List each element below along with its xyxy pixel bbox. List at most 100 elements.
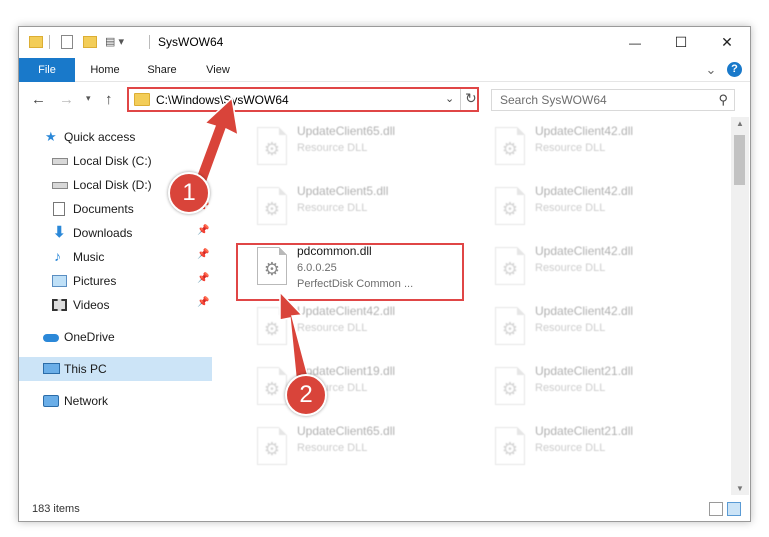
file-type: Resource DLL bbox=[535, 142, 606, 154]
close-button[interactable]: ✕ bbox=[704, 27, 750, 58]
dll-file-icon: ⚙ bbox=[257, 427, 287, 465]
nav-onedrive[interactable]: OneDrive bbox=[19, 325, 212, 349]
file-item[interactable]: ⚙ UpdateClient42.dll Resource DLL bbox=[487, 237, 707, 291]
pin-icon[interactable]: 📌 bbox=[197, 273, 209, 284]
callout-badge-1: 1 bbox=[168, 172, 210, 214]
gear-icon: ⚙ bbox=[501, 379, 519, 399]
forward-arrow-icon[interactable]: → bbox=[59, 91, 74, 108]
network-icon bbox=[43, 395, 59, 407]
recent-locations-icon[interactable]: ▾ bbox=[86, 93, 91, 104]
file-highlight-box bbox=[236, 243, 464, 301]
gear-icon: ⚙ bbox=[263, 379, 281, 399]
maximize-button[interactable]: ☐ bbox=[658, 27, 704, 58]
file-type: Resource DLL bbox=[297, 142, 368, 154]
minimize-button[interactable]: — bbox=[612, 27, 658, 58]
vertical-scrollbar[interactable]: ▲ ▼ bbox=[731, 117, 749, 495]
details-view-icon[interactable] bbox=[709, 502, 723, 516]
star-icon: ★ bbox=[45, 129, 57, 144]
file-item[interactable]: ⚙ UpdateClient65.dll Resource DLL bbox=[249, 117, 469, 171]
address-bar[interactable]: C:\Windows\SysWOW64 ⌄ ↻ bbox=[127, 87, 479, 112]
tab-share[interactable]: Share bbox=[137, 58, 187, 82]
file-name: UpdateClient42.dll bbox=[535, 124, 634, 138]
nav-label: Pictures bbox=[73, 274, 117, 288]
file-type: Resource DLL bbox=[297, 202, 368, 214]
chevron-down-icon[interactable]: ⌄ bbox=[445, 92, 454, 105]
nav-this-pc[interactable]: This PC bbox=[19, 357, 212, 381]
file-item[interactable]: ⚙ UpdateClient42.dll Resource DLL bbox=[487, 117, 707, 171]
file-name: UpdateClient65.dll bbox=[297, 424, 396, 438]
nav-music[interactable]: ♪ Music 📌 bbox=[19, 245, 212, 269]
computer-icon bbox=[43, 363, 60, 374]
folder-icon bbox=[134, 93, 150, 106]
pin-icon[interactable]: 📌 bbox=[197, 249, 209, 260]
scroll-down-icon[interactable]: ▼ bbox=[736, 484, 744, 493]
nav-label: This PC bbox=[64, 362, 107, 376]
nav-label: Music bbox=[73, 250, 105, 264]
up-arrow-icon[interactable]: ↑ bbox=[105, 91, 113, 108]
tab-home[interactable]: Home bbox=[81, 58, 129, 82]
search-icon[interactable]: ⚲ bbox=[718, 92, 728, 108]
file-view: ⚙ UpdateClient65.dll Resource DLL ⚙ Upda… bbox=[231, 117, 731, 495]
divider bbox=[49, 35, 50, 49]
dll-file-icon: ⚙ bbox=[257, 127, 287, 165]
nav-local-disk-c[interactable]: Local Disk (C:) bbox=[19, 149, 212, 173]
file-item[interactable]: ⚙ UpdateClient42.dll Resource DLL bbox=[487, 177, 707, 231]
file-type: Resource DLL bbox=[297, 442, 368, 454]
divider bbox=[460, 89, 461, 110]
pin-icon[interactable]: 📌 bbox=[197, 225, 209, 236]
search-placeholder: Search SysWOW64 bbox=[500, 93, 607, 107]
nav-quick-access[interactable]: ★ Quick access bbox=[19, 125, 212, 149]
properties-icon[interactable] bbox=[61, 35, 73, 49]
tab-file[interactable]: File bbox=[19, 58, 75, 82]
nav-label: Documents bbox=[73, 202, 134, 216]
gear-icon: ⚙ bbox=[263, 319, 281, 339]
divider bbox=[149, 35, 150, 49]
nav-label: Local Disk (D:) bbox=[73, 178, 152, 192]
file-item[interactable]: ⚙ UpdateClient21.dll Resource DLL bbox=[487, 357, 707, 411]
gear-icon: ⚙ bbox=[501, 139, 519, 159]
refresh-icon[interactable]: ↻ bbox=[465, 90, 477, 107]
nav-pictures[interactable]: Pictures 📌 bbox=[19, 269, 212, 293]
file-item[interactable]: ⚙ UpdateClient5.dll Resource DLL bbox=[249, 177, 469, 231]
scroll-up-icon[interactable]: ▲ bbox=[736, 119, 744, 128]
nav-network[interactable]: Network bbox=[19, 389, 212, 413]
address-path[interactable]: C:\Windows\SysWOW64 bbox=[156, 93, 289, 107]
ribbon-expand-icon[interactable]: ⌄ bbox=[703, 58, 719, 82]
music-icon: ♪ bbox=[54, 248, 61, 264]
help-icon[interactable]: ? bbox=[727, 62, 742, 77]
file-type: Resource DLL bbox=[535, 262, 606, 274]
file-type: Resource DLL bbox=[535, 202, 606, 214]
status-bar: 183 items bbox=[19, 497, 750, 521]
customize-qat-icon[interactable]: ▤ ▾ bbox=[105, 35, 124, 53]
nav-downloads[interactable]: ⬇ Downloads 📌 bbox=[19, 221, 212, 245]
nav-label: Quick access bbox=[64, 130, 136, 144]
file-item[interactable]: ⚙ UpdateClient65.dll Resource DLL bbox=[249, 417, 469, 471]
window-title: SysWOW64 bbox=[158, 35, 224, 49]
file-item[interactable]: ⚙ UpdateClient42.dll Resource DLL bbox=[487, 297, 707, 351]
callout-badge-2: 2 bbox=[285, 374, 327, 416]
new-folder-icon[interactable] bbox=[83, 36, 97, 48]
nav-videos[interactable]: Videos 📌 bbox=[19, 293, 212, 317]
gear-icon: ⚙ bbox=[263, 439, 281, 459]
file-name: UpdateClient42.dll bbox=[535, 304, 634, 318]
file-item[interactable]: ⚙ UpdateClient19.dll Resource DLL bbox=[249, 357, 469, 411]
file-name: UpdateClient5.dll bbox=[297, 184, 389, 198]
folder-icon bbox=[29, 36, 43, 48]
search-input[interactable]: Search SysWOW64 ⚲ bbox=[491, 89, 735, 111]
pin-icon[interactable]: 📌 bbox=[197, 297, 209, 308]
dll-file-icon: ⚙ bbox=[495, 307, 525, 345]
title-bar: ▤ ▾ SysWOW64 — ☐ ✕ bbox=[19, 27, 750, 58]
file-type: Resource DLL bbox=[297, 322, 368, 334]
scroll-thumb[interactable] bbox=[734, 135, 745, 185]
file-item[interactable]: ⚙ UpdateClient21.dll Resource DLL bbox=[487, 417, 707, 471]
address-row: ← → ▾ ↑ C:\Windows\SysWOW64 ⌄ ↻ Search S… bbox=[19, 83, 750, 117]
nav-label: Downloads bbox=[73, 226, 133, 240]
dll-file-icon: ⚙ bbox=[495, 187, 525, 225]
back-arrow-icon[interactable]: ← bbox=[31, 91, 46, 108]
file-name: UpdateClient21.dll bbox=[535, 424, 634, 438]
tab-view[interactable]: View bbox=[195, 58, 241, 82]
file-item[interactable]: ⚙ UpdateClient42.dll Resource DLL bbox=[249, 297, 469, 351]
gear-icon: ⚙ bbox=[501, 319, 519, 339]
tiles-view-icon[interactable] bbox=[727, 502, 741, 516]
nav-label: Local Disk (C:) bbox=[73, 154, 152, 168]
